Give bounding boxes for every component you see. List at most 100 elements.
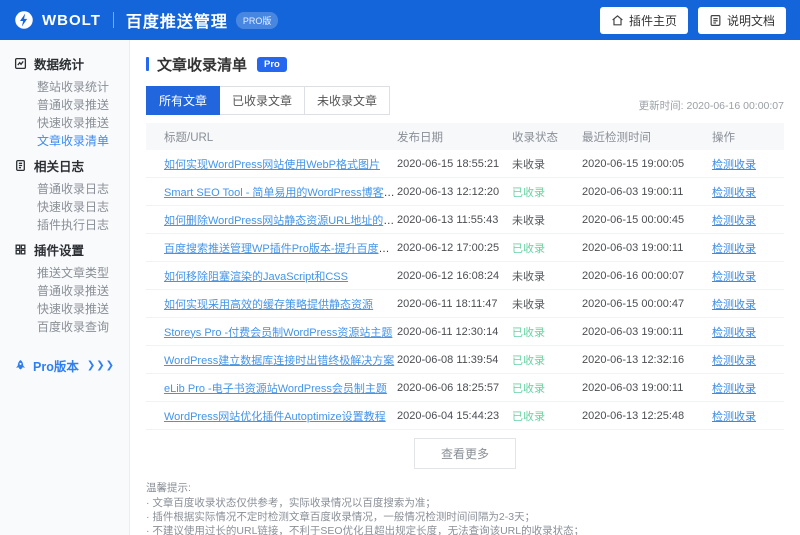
table-row: Smart SEO Tool - 简单易用的WordPress博客SEO优化插件… — [146, 178, 784, 206]
index-status-badge: 未收录 — [512, 270, 545, 283]
title-divider — [112, 12, 114, 28]
index-status-badge: 未收录 — [512, 298, 545, 311]
last-check-time: 2020-06-03 19:00:11 — [582, 325, 684, 338]
index-status-badge: 已收录 — [512, 354, 545, 367]
rocket-icon — [14, 359, 27, 372]
article-title-link[interactable]: 如何删除WordPress网站静态资源URL地址的查询字符串 — [164, 215, 397, 227]
sidebar-item-link[interactable]: 普通收录推送 — [0, 282, 129, 300]
sidebar-item-link[interactable]: 快速收录推送 — [0, 300, 129, 318]
check-index-link[interactable]: 检测收录 — [712, 271, 756, 283]
check-index-link[interactable]: 检测收录 — [712, 187, 756, 199]
check-index-link[interactable]: 检测收录 — [712, 243, 756, 255]
article-title-link[interactable]: WordPress网站优化插件Autoptimize设置教程 — [164, 411, 386, 423]
app-window: WBOLT 百度推送管理 PRO版 插件主页 说明文档 数据统计 整站收录统计普… — [0, 0, 800, 535]
pro-badge: Pro — [257, 56, 287, 72]
column-header: 最近检测时间 — [582, 131, 651, 144]
sidebar-item-link[interactable]: 推送文章类型 — [0, 264, 129, 282]
index-status-badge: 已收录 — [512, 186, 545, 199]
check-index-link[interactable]: 检测收录 — [712, 159, 756, 171]
sidebar-section: 相关日志 普通收录日志 快速收录日志 插件执行日志 — [0, 150, 129, 234]
publish-date: 2020-06-12 16:08:24 — [397, 269, 500, 282]
tip-item: 文章百度收录状态仅供参考，实际收录情况以百度搜索为准； — [146, 496, 784, 510]
tip-item: 不建议使用过长的URL链接，不利于SEO优化且超出规定长度，无法查询该URL的收… — [146, 524, 784, 535]
article-title-link[interactable]: Storeys Pro -付费会员制WordPress资源站主题 — [164, 327, 392, 339]
table-row: WordPress网站优化插件Autoptimize设置教程 2020-06-0… — [146, 402, 784, 430]
chart-icon — [14, 57, 27, 70]
sidebar-item-link[interactable]: 快速收录推送 — [0, 114, 129, 132]
check-index-link[interactable]: 检测收录 — [712, 355, 756, 367]
pro-version-label: Pro版本 — [33, 360, 79, 374]
filter-tab[interactable]: 已收录文章 — [219, 86, 306, 115]
sidebar-item-link[interactable]: 快速收录日志 — [0, 198, 129, 216]
title-accent-bar — [146, 57, 149, 71]
article-title-link[interactable]: 如何移除阻塞渲染的JavaScript和CSS — [164, 271, 348, 283]
bolt-logo-icon — [14, 10, 34, 30]
topbar: WBOLT 百度推送管理 PRO版 插件主页 说明文档 — [0, 0, 800, 40]
sidebar-item-link[interactable]: 普通收录日志 — [0, 180, 129, 198]
sidebar-item-active[interactable]: 文章收录清单 — [0, 132, 129, 150]
table-row: 如何删除WordPress网站静态资源URL地址的查询字符串 2020-06-1… — [146, 206, 784, 234]
topbar-actions: 插件主页 说明文档 — [599, 6, 786, 34]
check-index-link[interactable]: 检测收录 — [712, 299, 756, 311]
column-header: 收录状态 — [512, 131, 558, 144]
sidebar-section: 数据统计 整站收录统计 普通收录推送 快速收录推送 文章收录清单 — [0, 48, 129, 150]
tips-list: 文章百度收录状态仅供参考，实际收录情况以百度搜索为准；插件根据实际情况不定时检测… — [146, 496, 784, 535]
table-row: 如何实现WordPress网站使用WebP格式图片 2020-06-15 18:… — [146, 150, 784, 178]
filter-tab[interactable]: 所有文章 — [146, 86, 221, 115]
table-body: 如何实现WordPress网站使用WebP格式图片 2020-06-15 18:… — [146, 150, 784, 430]
home-icon — [611, 14, 624, 27]
topbar-button[interactable]: 插件主页 — [599, 6, 688, 34]
check-index-link[interactable]: 检测收录 — [712, 383, 756, 395]
sidebar-section-header: 数据统计 — [0, 48, 129, 78]
last-check-time: 2020-06-03 19:00:11 — [582, 381, 684, 394]
filter-tabs: 所有文章 已收录文章 未收录文章 — [146, 86, 391, 115]
sidebar-item-link[interactable]: 普通收录推送 — [0, 96, 129, 114]
filter-tab[interactable]: 未收录文章 — [304, 86, 391, 115]
publish-date: 2020-06-15 18:55:21 — [397, 157, 500, 170]
publish-date: 2020-06-13 12:12:20 — [397, 185, 500, 198]
column-header: 操作 — [712, 131, 735, 144]
sidebar-item-link[interactable]: 百度收录查询 — [0, 318, 129, 336]
publish-date: 2020-06-13 11:55:43 — [397, 213, 499, 226]
main-content: 文章收录清单 Pro 所有文章 已收录文章 未收录文章 更新时间: 2020-06-… — [130, 40, 800, 535]
last-check-time: 2020-06-13 12:25:48 — [582, 409, 685, 422]
topbar-button[interactable]: 说明文档 — [697, 6, 786, 34]
sidebar-pro-version[interactable]: Pro版本 ❯❯❯ — [0, 352, 129, 379]
sidebar-item-link[interactable]: 整站收录统计 — [0, 78, 129, 96]
check-index-link[interactable]: 检测收录 — [712, 411, 756, 423]
table-row: WordPress建立数据库连接时出错终极解决方案 2020-06-08 11:… — [146, 346, 784, 374]
article-title-link[interactable]: WordPress建立数据库连接时出错终极解决方案 — [164, 355, 394, 367]
article-title-link[interactable]: Smart SEO Tool - 简单易用的WordPress博客SEO优化插件 — [164, 187, 397, 199]
tips-panel: 温馨提示: 文章百度收录状态仅供参考，实际收录情况以百度搜索为准；插件根据实际情… — [146, 481, 784, 535]
sidebar: 数据统计 整站收录统计 普通收录推送 快速收录推送 文章收录清单 相关日志 普通收录日… — [0, 40, 130, 535]
tips-title: 温馨提示: — [146, 482, 191, 494]
page-title: 文章收录清单 — [157, 56, 248, 74]
column-header: 发布日期 — [397, 131, 443, 144]
index-status-badge: 未收录 — [512, 158, 545, 171]
article-title-link[interactable]: 如何实现采用高效的缓存策略提供静态资源 — [164, 299, 373, 311]
check-index-link[interactable]: 检测收录 — [712, 215, 756, 227]
last-check-time: 2020-06-03 19:00:11 — [582, 185, 684, 198]
last-check-time: 2020-06-15 00:00:45 — [582, 213, 685, 226]
pro-version-badge: PRO版 — [235, 11, 279, 29]
last-check-time: 2020-06-13 12:32:16 — [582, 353, 685, 366]
app-title: 百度推送管理 — [125, 14, 228, 31]
check-index-link[interactable]: 检测收录 — [712, 327, 756, 339]
publish-date: 2020-06-06 18:25:57 — [397, 381, 500, 394]
log-icon — [14, 159, 27, 172]
index-status-badge: 已收录 — [512, 326, 545, 339]
article-title-link[interactable]: 百度搜索推送管理WP插件Pro版本-提升百度收录效率 — [164, 243, 397, 255]
page-head: 文章收录清单 Pro — [146, 54, 784, 74]
tip-item: 插件根据实际情况不定时检测文章百度收录情况，一般情况检测时间间隔为2-3天； — [146, 510, 784, 524]
table-row: 如何移除阻塞渲染的JavaScript和CSS 2020-06-12 16:08… — [146, 262, 784, 290]
article-title-link[interactable]: 如何实现WordPress网站使用WebP格式图片 — [164, 159, 380, 171]
article-title-link[interactable]: eLib Pro -电子书资源站WordPress会员制主题 — [164, 383, 387, 395]
load-more-button[interactable]: 查看更多 — [413, 438, 516, 469]
last-check-time: 2020-06-16 00:00:07 — [582, 269, 685, 282]
toolbar: 所有文章 已收录文章 未收录文章 更新时间: 2020-06-16 00:00:07 — [146, 86, 784, 115]
last-check-time: 2020-06-15 19:00:05 — [582, 157, 685, 170]
sidebar-item-link[interactable]: 插件执行日志 — [0, 216, 129, 234]
index-status-badge: 未收录 — [512, 214, 545, 227]
index-status-badge: 已收录 — [512, 410, 545, 423]
doc-icon — [709, 14, 722, 27]
